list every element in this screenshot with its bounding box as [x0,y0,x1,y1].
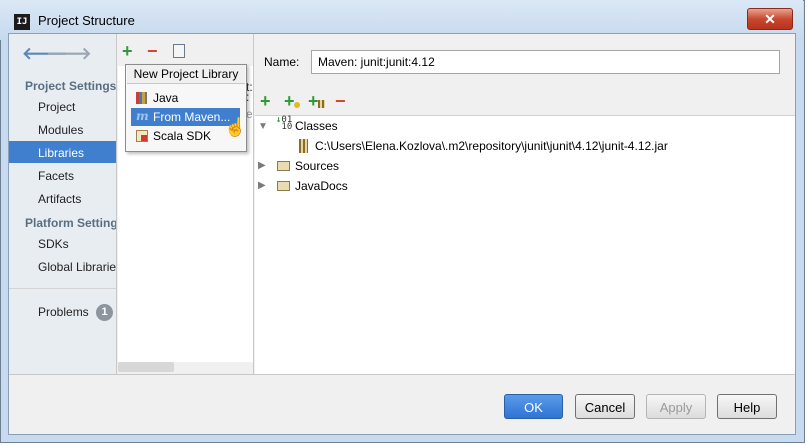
bottom-divider [9,374,795,375]
attach-jar-button[interactable]: + [308,92,319,110]
cancel-button[interactable]: Cancel [575,394,635,419]
remove-library-button[interactable]: − [147,42,158,60]
add-root-button[interactable]: + [260,92,271,110]
add-url-root-button[interactable]: + [284,92,295,110]
help-button[interactable]: Help [717,394,777,419]
popup-item-scala-sdk[interactable]: Scala SDK [153,129,211,143]
hand-cursor-icon: ☝ [224,117,247,137]
library-roots-tree [255,115,795,374]
classes-icon: ↓01 10 [276,115,293,132]
close-button[interactable]: ✕ [747,8,793,30]
nav-item-project[interactable]: Project [38,100,75,114]
popup-title: New Project Library [127,65,245,84]
tree-node-classes[interactable]: Classes [295,119,338,133]
javadocs-folder-icon [277,181,290,191]
nav-section-platform-settings: Platform Settings [25,216,116,230]
nav-item-artifacts[interactable]: Artifacts [38,192,81,206]
intellij-app-icon: IJ [14,14,30,30]
jar-file-icon [299,139,308,153]
popup-item-from-maven[interactable]: From Maven... [153,110,230,124]
tree-node-javadocs[interactable]: JavaDocs [295,179,348,193]
sources-folder-icon [277,161,290,171]
java-library-icon [136,92,147,104]
add-library-button[interactable]: + [122,42,133,60]
nav-item-facets[interactable]: Facets [38,169,74,183]
ok-button[interactable]: OK [504,394,563,419]
maven-icon: m [136,109,149,123]
nav-section-project-settings: Project Settings [25,79,117,93]
problems-count-badge: 1 [96,304,113,321]
nav-divider [9,288,116,289]
forward-arrow-icon[interactable]: 🡒 [46,44,92,64]
jar-icon [318,100,325,108]
tree-node-jar-path[interactable]: C:\Users\Elena.Kozlova\.m2\repository\ju… [315,139,668,153]
nav-item-sdks[interactable]: SDKs [38,237,69,251]
name-label: Name: [264,55,300,69]
expand-arrow-icon[interactable]: ▶ [258,180,266,191]
nav-item-global-libraries[interactable]: Global Libraries [38,260,116,274]
library-name-input[interactable] [311,50,780,74]
scala-sdk-icon [136,130,148,142]
nav-item-modules[interactable]: Modules [38,123,83,137]
expand-arrow-icon[interactable]: ▶ [258,160,266,171]
remove-root-button[interactable]: − [335,92,346,110]
horizontal-scrollbar[interactable] [118,362,174,372]
apply-button[interactable]: Apply [646,394,706,419]
popup-item-java[interactable]: Java [153,91,178,105]
globe-icon [294,102,300,108]
obscured-text-fragment: e [246,107,253,121]
collapse-arrow-icon[interactable]: ▼ [258,121,268,132]
window-title: Project Structure [38,13,135,28]
copy-library-icon[interactable] [173,44,185,58]
tree-node-sources[interactable]: Sources [295,159,339,173]
nav-item-problems[interactable]: Problems [38,305,89,319]
nav-item-libraries[interactable]: Libraries [38,146,84,160]
